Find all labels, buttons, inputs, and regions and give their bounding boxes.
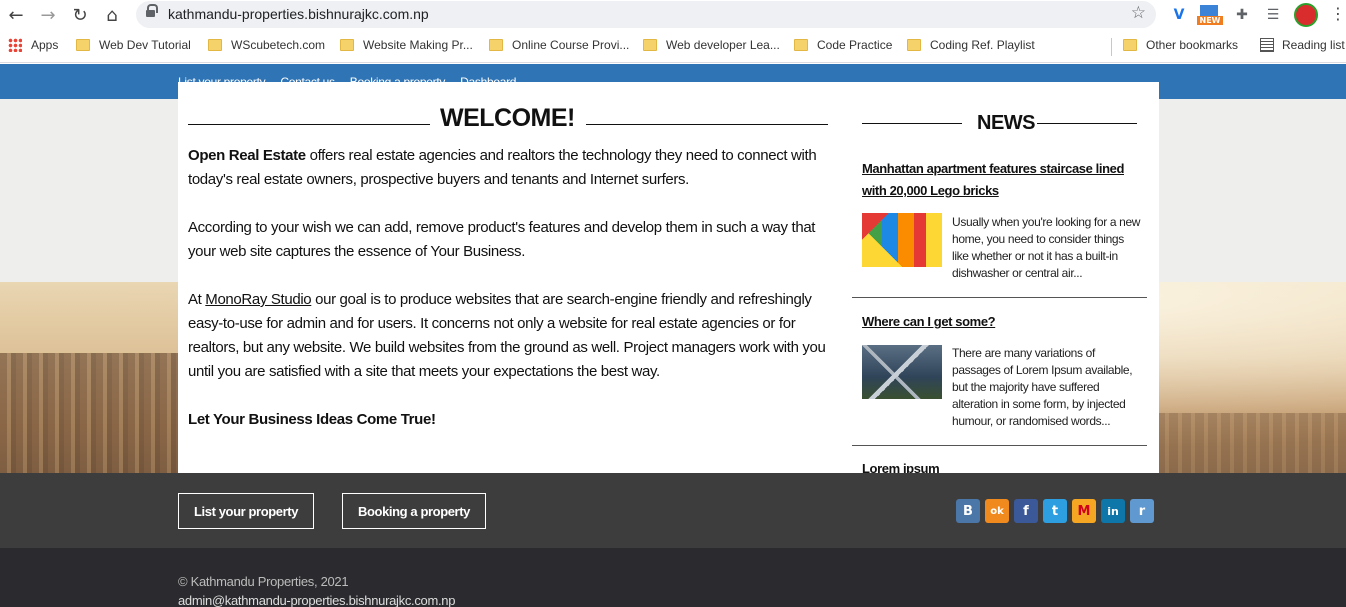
bookmark-label: Web developer Lea... [666,38,780,52]
news-headline-3[interactable]: Lorem ipsum [862,458,1147,473]
list-property-button[interactable]: List your property [178,493,315,529]
bookmark-label: Website Making Pr... [363,38,473,52]
vpn-extension-icon[interactable]: V [1168,4,1190,26]
welcome-rule-right [586,124,828,125]
apps-grid-icon [8,38,22,52]
bookmark-coding-ref[interactable]: Coding Ref. Playlist [907,38,1035,52]
folder-icon [76,39,90,51]
bookmark-label: Online Course Provi... [512,38,630,52]
news-rule-right [1037,123,1137,124]
bookmark-label: Code Practice [817,38,893,52]
welcome-rule-left [188,124,430,125]
profile-avatar[interactable] [1294,3,1318,27]
main-content-panel: WELCOME! Open Real Estate offers real es… [178,82,1159,473]
home-icon[interactable]: ⌂ [100,3,124,27]
welcome-paragraph-3: At MonoRay Studio our goal is to produce… [188,288,828,384]
folder-icon [1123,39,1137,51]
news-divider [852,297,1147,298]
city-skyline-right [1156,413,1346,473]
news-rule-left [862,123,962,124]
welcome-paragraph-1: Open Real Estate offers real estate agen… [188,144,828,192]
bookmark-web-dev-tutorial[interactable]: Web Dev Tutorial [76,38,191,52]
address-bar[interactable]: kathmandu-properties.bishnurajkc.com.np … [136,1,1156,28]
reddit-icon[interactable]: r [1130,499,1154,523]
bookmark-online-course[interactable]: Online Course Provi... [489,38,629,52]
news-headline-2[interactable]: Where can I get some? [862,311,1147,333]
aerial-city-image[interactable] [862,345,942,399]
twitter-icon[interactable]: t [1043,499,1067,523]
news-headline-1[interactable]: Manhattan apartment features staircase l… [862,158,1147,202]
bookmark-label: Web Dev Tutorial [99,38,191,52]
folder-icon [489,39,503,51]
bookmarks-divider [1111,38,1112,56]
browser-toolbar: ← → ↻ ⌂ kathmandu-properties.bishnurajkc… [0,0,1346,30]
folder-icon [907,39,921,51]
bookmark-label: Apps [31,38,59,52]
city-skyline-left [0,353,180,473]
lego-image[interactable] [862,213,942,267]
bookmark-wscubetech[interactable]: WScubetech.com [208,38,325,52]
news-excerpt-2: There are many variations of passages of… [952,346,1133,428]
bookmark-website-making[interactable]: Website Making Pr... [340,38,473,52]
new-extension-icon[interactable]: NEW [1197,4,1223,26]
moimir-icon[interactable]: М [1072,499,1096,523]
bookmark-other[interactable]: Other bookmarks [1123,38,1238,52]
bookmark-apps[interactable]: Apps [8,38,58,52]
contact-email[interactable]: admin@kathmandu-properties.bishnurajkc.c… [178,593,455,607]
web-page: List your property Contact us Booking a … [0,64,1346,607]
bookmark-label: WScubetech.com [231,38,326,52]
folder-icon [208,39,222,51]
lock-icon [146,4,158,19]
footer-bottom: © Kathmandu Properties, 2021 admin@kathm… [0,548,1346,607]
reading-list-icon [1260,38,1274,52]
copyright-text: © Kathmandu Properties, 2021 [178,574,349,589]
open-real-estate-bold: Open Real Estate [188,147,306,164]
news-item-2: Where can I get some? There are many var… [862,311,1147,428]
news-item-3: Lorem ipsum [862,458,1147,473]
news-item-1: Manhattan apartment features staircase l… [862,158,1147,280]
new-badge: NEW [1197,16,1223,25]
bookmark-code-practice[interactable]: Code Practice [794,38,892,52]
bookmark-web-developer[interactable]: Web developer Lea... [643,38,780,52]
back-arrow-icon[interactable]: ← [4,3,28,27]
paragraph-text: At [188,291,206,308]
news-title: NEWS [977,112,1036,134]
url-text[interactable]: kathmandu-properties.bishnurajkc.com.np [168,6,429,22]
facebook-icon[interactable]: f [1014,499,1038,523]
footer-actions: List your property Booking a property B … [0,473,1346,548]
bookmark-star-icon[interactable]: ☆ [1131,3,1146,23]
media-controls-icon[interactable]: ☰ [1262,4,1284,26]
forward-arrow-icon[interactable]: → [36,3,60,27]
welcome-paragraph-4: Let Your Business Ideas Come True! [188,408,828,432]
welcome-paragraph-2: According to your wish we can add, remov… [188,219,816,260]
linkedin-icon[interactable]: in [1101,499,1125,523]
folder-icon [340,39,354,51]
reload-icon[interactable]: ↻ [68,3,92,27]
welcome-title: WELCOME! [440,104,575,132]
browser-menu-icon[interactable]: ⋮ [1330,4,1346,23]
tagline-bold: Let Your Business Ideas Come True! [188,411,436,428]
welcome-text: Open Real Estate offers real estate agen… [188,144,828,456]
news-excerpt-1: Usually when you're looking for a new ho… [952,215,1141,280]
booking-property-button[interactable]: Booking a property [342,493,486,529]
monoray-studio-link[interactable]: MonoRay Studio [205,291,311,308]
extensions-puzzle-icon[interactable]: ✚ [1231,4,1253,26]
reading-list-label: Reading list [1282,38,1345,52]
vk-icon[interactable]: B [956,499,980,523]
bookmark-label: Other bookmarks [1146,38,1239,52]
folder-icon [643,39,657,51]
bookmark-label: Coding Ref. Playlist [930,38,1035,52]
bookmarks-bar: Apps Web Dev Tutorial WScubetech.com Web… [0,30,1346,63]
news-divider [852,445,1147,446]
folder-icon [794,39,808,51]
odnoklassniki-icon[interactable]: ok [985,499,1009,523]
reading-list[interactable]: Reading list [1260,38,1345,52]
